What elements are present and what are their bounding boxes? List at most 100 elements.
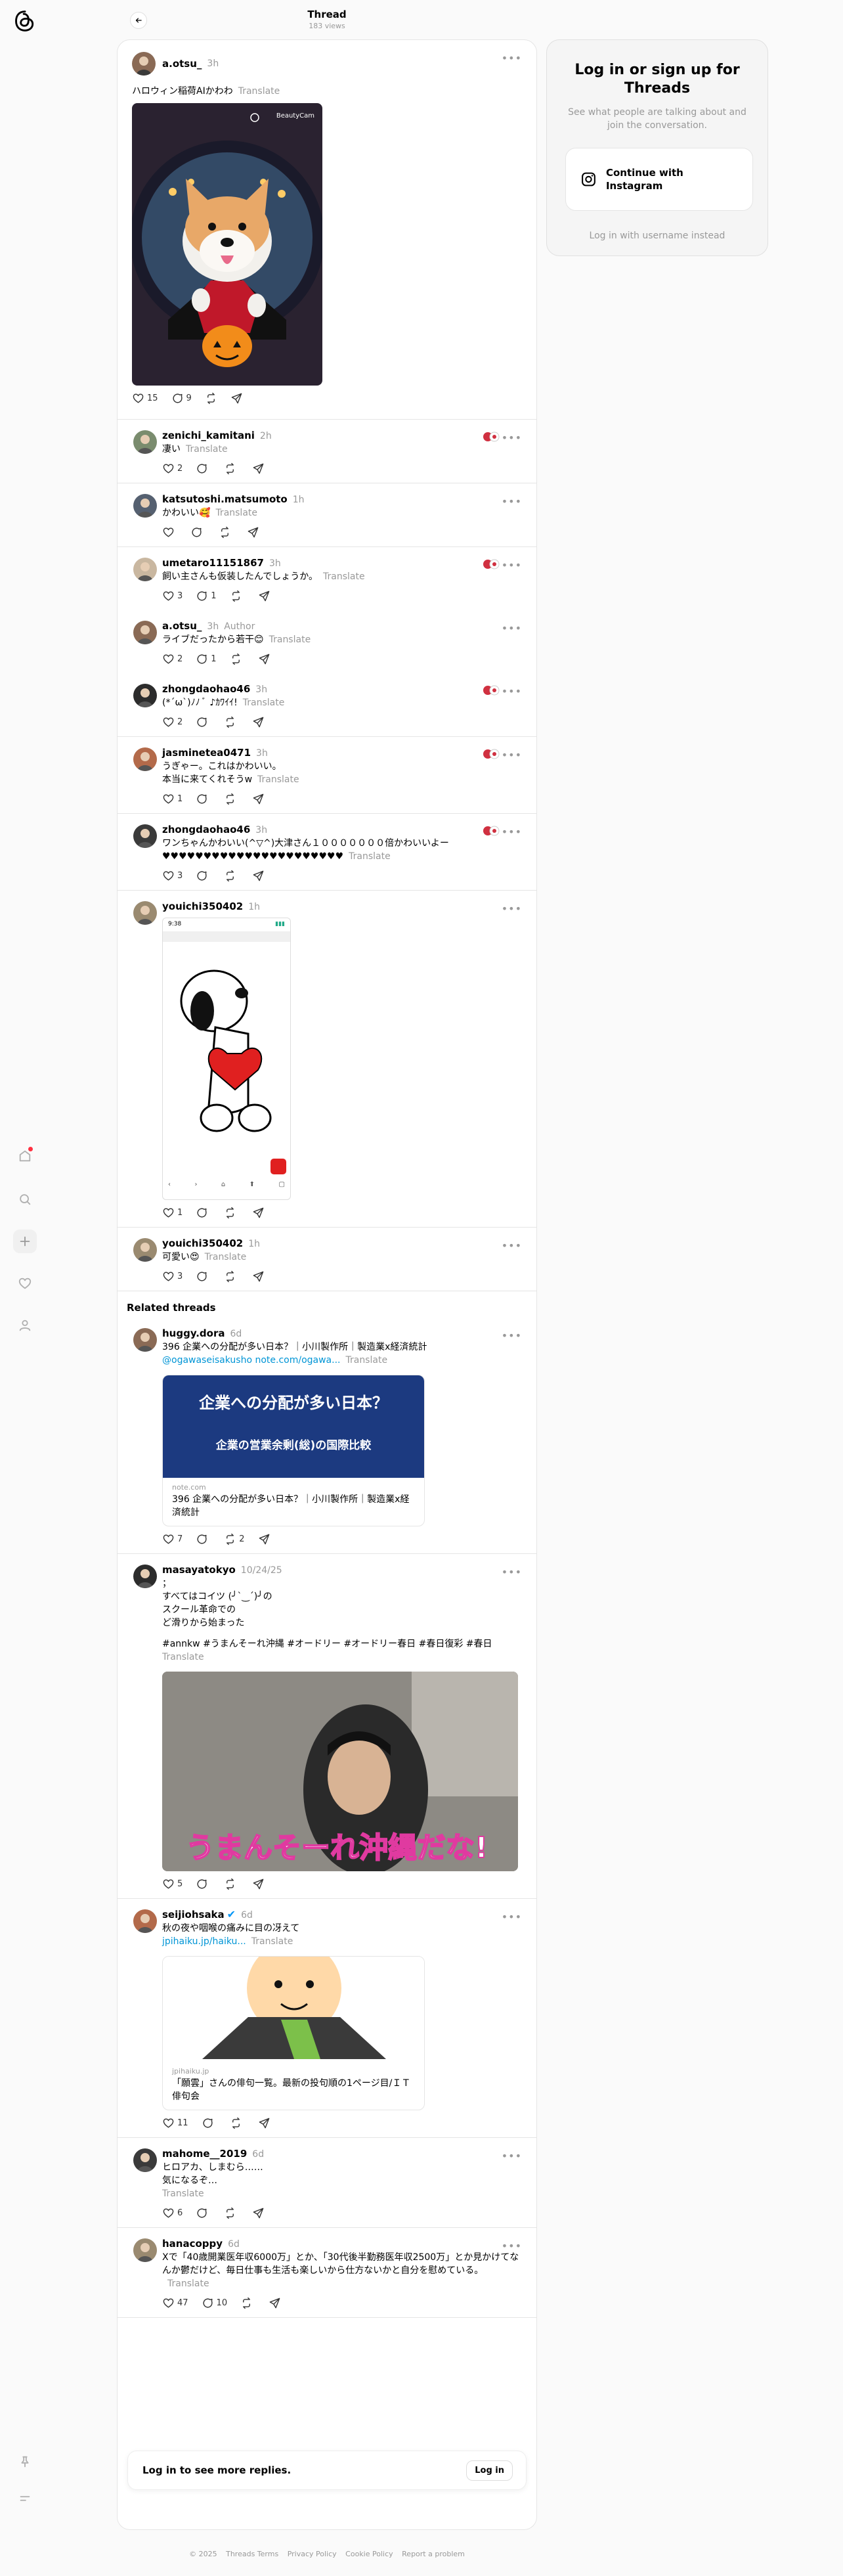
menu-icon[interactable] — [13, 2487, 37, 2510]
continue-with-instagram-button[interactable]: Continue with Instagram — [565, 148, 753, 211]
like-button[interactable]: 3 — [162, 1270, 183, 1283]
comment-button[interactable]: 1 — [196, 590, 217, 602]
translate-link[interactable]: Translate — [251, 1936, 293, 1947]
more-options-icon[interactable]: ••• — [502, 622, 522, 634]
post-video[interactable]: うまんそーれ沖縄だな! — [162, 1672, 518, 1871]
repost-button[interactable] — [230, 653, 245, 665]
repost-button[interactable] — [240, 2297, 255, 2309]
post-time[interactable]: 3h — [256, 748, 268, 759]
post-time[interactable]: 1h — [248, 1239, 260, 1249]
translate-link[interactable]: Translate — [162, 1652, 204, 1662]
back-button[interactable] — [130, 12, 147, 29]
repost-button[interactable] — [224, 793, 239, 805]
like-button[interactable]: 5 — [162, 1878, 183, 1890]
comment-button[interactable] — [196, 1878, 211, 1890]
avatar[interactable] — [133, 1238, 157, 1262]
post-time[interactable]: 3h — [255, 684, 267, 695]
login-button[interactable]: Log in — [466, 2460, 513, 2481]
translate-link[interactable]: Translate — [269, 634, 311, 645]
comment-button[interactable] — [196, 1270, 211, 1283]
repost-button[interactable] — [224, 1878, 239, 1890]
like-button[interactable]: 1 — [162, 793, 183, 805]
like-button[interactable]: 3 — [162, 590, 183, 602]
translate-link[interactable]: Translate — [243, 698, 285, 708]
post-time[interactable]: 1h — [293, 495, 305, 505]
avatar[interactable] — [133, 901, 157, 925]
more-options-icon[interactable]: ••• — [502, 685, 522, 698]
post-time[interactable]: 6d — [241, 1910, 253, 1921]
share-button[interactable] — [247, 526, 259, 539]
comment-button[interactable] — [196, 1207, 211, 1219]
translate-link[interactable]: Translate — [215, 508, 257, 518]
reply-image[interactable]: 9:38 ▮▮▮ ‹ › ⌂ ⬆ ▢ — [162, 918, 291, 1200]
avatar[interactable] — [133, 824, 157, 848]
username[interactable]: a.otsu_ — [162, 58, 202, 70]
more-options-icon[interactable]: ••• — [502, 1566, 522, 1578]
like-button[interactable]: 3 — [162, 870, 183, 882]
post-time[interactable]: 3h — [207, 58, 219, 69]
username[interactable]: seijiohsaka — [162, 1909, 225, 1921]
share-button[interactable] — [269, 2297, 281, 2309]
avatar[interactable] — [133, 494, 157, 518]
post-link[interactable]: jpihaiku.jp/haiku... — [162, 1936, 246, 1947]
like-button[interactable]: 7 — [162, 1533, 183, 1545]
username[interactable]: mahome__2019 — [162, 2148, 247, 2160]
repost-button[interactable] — [224, 462, 239, 475]
like-button[interactable]: 2 — [162, 653, 183, 665]
translate-link[interactable]: Translate — [257, 774, 299, 785]
username[interactable]: hanacoppy — [162, 2238, 223, 2250]
share-button[interactable] — [252, 462, 265, 475]
comment-button[interactable] — [196, 2207, 211, 2219]
translate-link[interactable]: Translate — [205, 1252, 247, 1262]
like-button[interactable] — [162, 526, 177, 539]
share-button[interactable] — [252, 870, 265, 882]
repost-button[interactable] — [230, 590, 245, 602]
avatar[interactable] — [132, 52, 156, 76]
report-link[interactable]: Report a problem — [402, 2550, 465, 2558]
post-image[interactable]: BeautyCam — [132, 103, 322, 386]
username[interactable]: a.otsu_ — [162, 620, 202, 632]
link-card[interactable]: 企業への分配が多い日本？ 企業の営業余剰(総)の国際比較 note.com 396 企… — [162, 1375, 425, 1526]
post-time[interactable]: 1h — [248, 902, 260, 912]
translate-link[interactable]: Translate — [162, 2188, 204, 2199]
profile-icon[interactable] — [13, 1314, 37, 1337]
username[interactable]: youichi350402 — [162, 900, 243, 912]
translate-link[interactable]: Translate — [323, 571, 365, 582]
threads-logo-icon[interactable] — [13, 8, 37, 34]
username[interactable]: zhongdaohao46 — [162, 824, 250, 835]
privacy-link[interactable]: Privacy Policy — [288, 2550, 337, 2558]
post-time[interactable]: 6d — [228, 2239, 240, 2250]
more-options-icon[interactable]: ••• — [502, 432, 522, 444]
create-post-icon[interactable] — [13, 1230, 37, 1253]
translate-link[interactable]: Translate — [186, 444, 228, 455]
username[interactable]: zenichi_kamitani — [162, 430, 255, 441]
comment-button[interactable]: 9 — [171, 392, 192, 405]
username[interactable]: zhongdaohao46 — [162, 683, 250, 695]
avatar[interactable] — [133, 621, 157, 644]
like-button[interactable]: 6 — [162, 2207, 183, 2219]
translate-link[interactable]: Translate — [167, 2278, 209, 2289]
activity-heart-icon[interactable] — [13, 1272, 37, 1295]
post-time[interactable]: 6d — [252, 2149, 264, 2160]
repost-button[interactable] — [224, 716, 239, 728]
home-icon[interactable] — [13, 1144, 37, 1168]
repost-button[interactable] — [205, 392, 217, 405]
more-options-icon[interactable]: ••• — [502, 2240, 522, 2252]
username-login-link[interactable]: Log in with username instead — [565, 231, 749, 241]
post-time[interactable]: 6d — [230, 1329, 242, 1339]
more-options-icon[interactable]: ••• — [502, 1239, 522, 1252]
post-time[interactable]: 3h — [269, 558, 281, 569]
repost-button[interactable] — [219, 526, 234, 539]
share-button[interactable] — [252, 1207, 265, 1219]
repost-button[interactable] — [224, 2207, 239, 2219]
comment-button[interactable] — [196, 1533, 211, 1545]
share-button[interactable] — [258, 2117, 270, 2129]
comment-button[interactable] — [196, 716, 211, 728]
avatar[interactable] — [133, 558, 157, 581]
translate-link[interactable]: Translate — [238, 86, 280, 97]
avatar[interactable] — [133, 684, 157, 707]
pin-icon[interactable] — [13, 2450, 37, 2474]
link-card[interactable]: jpihaiku.jp 「願雲」さんの俳句一覧。最新の投句順の1ページ目/ＩＴ俳句… — [162, 1956, 425, 2110]
avatar[interactable] — [133, 2148, 157, 2172]
share-button[interactable] — [258, 653, 270, 665]
